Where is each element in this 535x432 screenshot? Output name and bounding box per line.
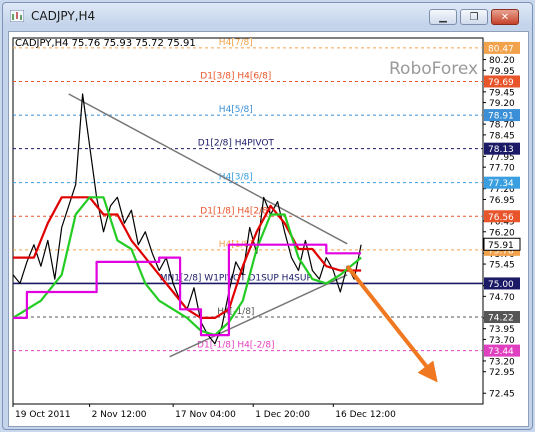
y-tick-label: 75.45 [489, 261, 515, 271]
level-label: MN1[2/8] W1PIVOT D1SUP H4SUP [160, 273, 313, 283]
price-series [12, 93, 362, 345]
level-price-label: 80.47 [488, 44, 514, 54]
y-tick-label: 72.45 [489, 390, 515, 400]
y-tick-label: 79.20 [489, 99, 515, 109]
x-tick-label: 17 Nov 04:00 [175, 410, 236, 420]
chart-window: CADJPY,H4 ▁ ❐ ✕ CADJPY,H4 75.76 75.93 75… [2, 2, 533, 430]
y-tick-label: 72.95 [489, 368, 515, 378]
y-tick-label: 73.95 [489, 325, 515, 335]
symbol-info: CADJPY,H4 75.76 75.93 75.72 75.91 [15, 38, 196, 49]
x-tick-label: 19 Oct 2011 [15, 410, 71, 420]
current-price-label: 75.91 [488, 241, 514, 251]
watermark: RoboForex [389, 59, 478, 79]
y-tick-label: 79.95 [489, 67, 515, 77]
y-tick-label: 74.70 [489, 293, 515, 303]
y-tick-label: 76.95 [489, 196, 515, 206]
x-tick-label: 1 Dec 20:00 [255, 410, 310, 420]
level-label: D1[-1/8] H4[-2/8] [197, 341, 275, 351]
forecast-arrow-head-icon [417, 360, 438, 383]
y-tick-label: 80.20 [489, 56, 515, 66]
level-price-label: 74.22 [488, 314, 514, 324]
window-title: CADJPY,H4 [31, 9, 96, 23]
minimize-icon: ▁ [439, 11, 447, 23]
level-price-label: 77.34 [488, 179, 514, 189]
restore-icon: ❐ [469, 11, 479, 23]
level-label: D1[3/8] H4[6/8] [200, 71, 271, 81]
x-tick-label: 16 Dec 12:00 [335, 410, 396, 420]
restore-button[interactable]: ❐ [460, 9, 488, 25]
title-bar[interactable]: CADJPY,H4 ▁ ❐ ✕ [3, 3, 532, 29]
forecast-arrow-shaft [345, 264, 432, 372]
y-tick-label: 73.70 [489, 336, 515, 346]
y-tick-label: 76.20 [489, 228, 515, 238]
minimize-button[interactable]: ▁ [429, 9, 457, 25]
level-price-label: 79.69 [488, 78, 514, 88]
price-chart[interactable]: CADJPY,H4 75.76 75.93 75.72 75.91 RoboFo… [9, 32, 528, 426]
level-label: H4[5/8] [219, 105, 253, 115]
y-tick-label: 78.45 [489, 131, 515, 141]
y-tick-label: 73.20 [489, 357, 515, 367]
chart-app-icon [10, 10, 24, 22]
level-label: H4[7/8] [219, 38, 253, 48]
y-tick-label: 79.45 [489, 88, 515, 98]
level-price-label: 78.13 [488, 145, 514, 155]
chart-area[interactable]: CADJPY,H4 75.76 75.93 75.72 75.91 RoboFo… [8, 31, 529, 427]
x-tick-label: 2 Nov 12:00 [92, 410, 147, 420]
y-tick-label: 78.70 [489, 121, 515, 131]
close-icon: ✕ [500, 11, 510, 23]
close-button[interactable]: ✕ [491, 9, 519, 25]
level-price-label: 73.44 [488, 347, 514, 357]
level-price-label: 75.00 [488, 280, 514, 290]
level-price-label: 76.56 [488, 213, 514, 223]
level-label: D1[2/8] H4PIVOT [198, 139, 275, 149]
y-tick-label: 77.70 [489, 164, 515, 174]
level-label: D1[1/8] H4[2/8] [200, 206, 271, 216]
level-price-label: 78.91 [488, 112, 514, 122]
